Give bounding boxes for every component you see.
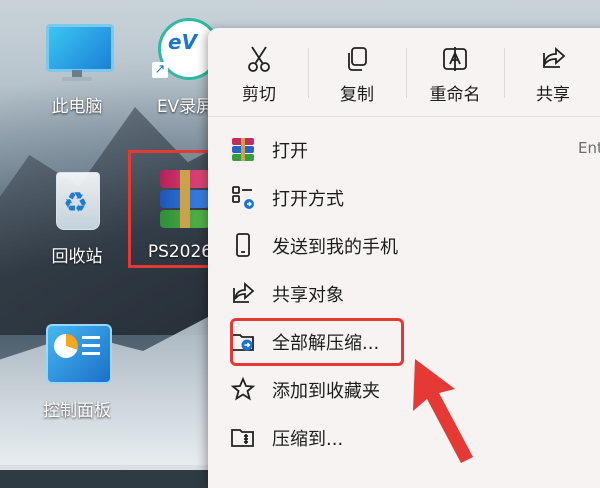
compress-folder-icon xyxy=(231,429,254,447)
desktop-icon-control-panel[interactable]: 控制面板 xyxy=(22,320,132,421)
share-button[interactable]: 共享 xyxy=(512,36,594,110)
shortcut-arrow-icon: ↗ xyxy=(152,62,168,78)
cut-button[interactable]: 剪切 xyxy=(218,36,300,110)
quick-actions-divider xyxy=(504,48,505,98)
desktop-icon-label: 此电脑 xyxy=(51,97,103,117)
desktop-icon-this-pc[interactable]: 此电脑 xyxy=(22,16,132,117)
share-icon xyxy=(543,47,566,68)
annotation-highlight-extract-all xyxy=(230,318,404,366)
share-icon xyxy=(233,282,255,303)
rename-button[interactable]: 重命名 xyxy=(414,36,496,110)
quick-actions-divider xyxy=(406,48,407,98)
desktop-icon-label: 回收站 xyxy=(51,247,103,267)
phone-icon xyxy=(236,233,250,257)
menu-item-send-to-phone[interactable]: 发送到我的手机 xyxy=(208,222,600,268)
desktop-icon-recycle-bin[interactable]: ♻ 回收站 xyxy=(22,166,132,267)
star-icon xyxy=(230,376,256,401)
copy-icon xyxy=(348,47,367,71)
context-menu-quick-actions: 剪切 复制 重命名 共享 xyxy=(208,28,600,117)
copy-button[interactable]: 复制 xyxy=(316,36,398,110)
annotation-arrow-icon xyxy=(413,359,473,463)
quick-actions-divider xyxy=(308,48,309,98)
desktop-icon-label: 控制面板 xyxy=(43,401,111,421)
control-panel-icon xyxy=(42,320,112,390)
menu-item-share-with[interactable]: 共享对象 xyxy=(208,270,600,316)
rename-icon xyxy=(443,47,467,71)
scissors-icon xyxy=(248,46,270,72)
menu-item-shortcut: Ent xyxy=(578,139,600,157)
open-with-icon xyxy=(232,186,254,209)
menu-item-open-with[interactable]: 打开方式 xyxy=(208,174,600,220)
winrar-icon xyxy=(232,138,254,161)
monitor-icon xyxy=(42,16,114,86)
menu-item-open[interactable]: 打开 Ent xyxy=(208,126,600,172)
recycle-bin-icon: ♻ xyxy=(42,166,112,236)
